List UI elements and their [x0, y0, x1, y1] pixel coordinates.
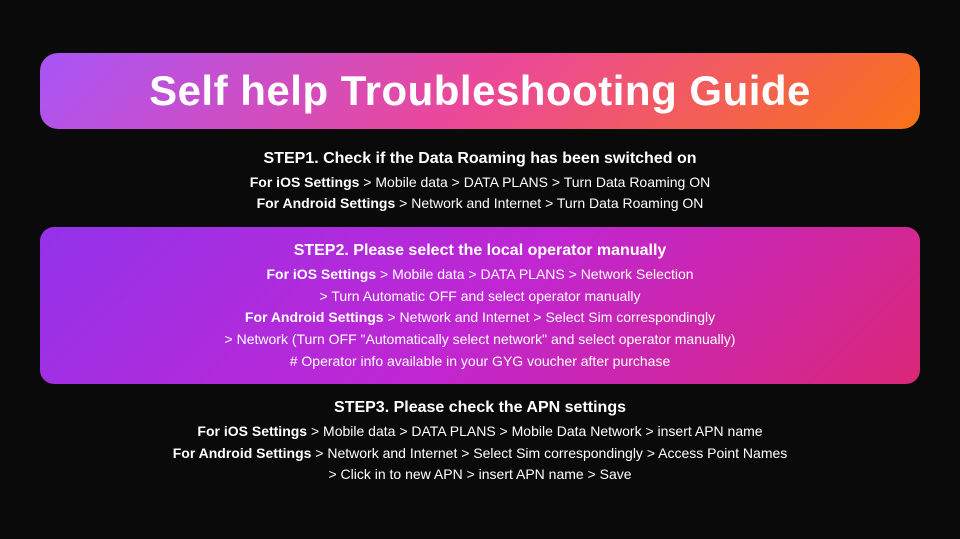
step2-line5: # Operator info available in your GYG vo…	[60, 351, 900, 373]
step1-block: STEP1. Check if the Data Roaming has bee…	[40, 147, 920, 215]
step2-block: STEP2. Please select the local operator …	[40, 227, 920, 384]
step1-ios-label: For iOS Settings	[250, 174, 360, 190]
step2-line4: > Network (Turn OFF "Automatically selec…	[60, 329, 900, 351]
step3-line3: > Click in to new APN > insert APN name …	[40, 464, 920, 486]
step1-line1: For iOS Settings > Mobile data > DATA PL…	[40, 172, 920, 194]
step3-heading: STEP3. Please check the APN settings	[40, 396, 920, 421]
step2-ios-label: For iOS Settings	[266, 266, 376, 282]
step2-line1: For iOS Settings > Mobile data > DATA PL…	[60, 264, 900, 286]
step3-block: STEP3. Please check the APN settings For…	[40, 396, 920, 486]
step2-heading: STEP2. Please select the local operator …	[60, 239, 900, 264]
step1-line2: For Android Settings > Network and Inter…	[40, 193, 920, 215]
step2-line2: > Turn Automatic OFF and select operator…	[60, 286, 900, 308]
step1-heading: STEP1. Check if the Data Roaming has bee…	[40, 147, 920, 172]
step2-line3: For Android Settings > Network and Inter…	[60, 307, 900, 329]
step3-line1: For iOS Settings > Mobile data > DATA PL…	[40, 421, 920, 443]
page-title: Self help Troubleshooting Guide	[149, 67, 811, 114]
step3-android-label: For Android Settings	[173, 445, 312, 461]
step3-line2: For Android Settings > Network and Inter…	[40, 443, 920, 465]
title-banner: Self help Troubleshooting Guide	[40, 53, 920, 129]
step1-android-label: For Android Settings	[257, 195, 396, 211]
step3-ios-label: For iOS Settings	[197, 423, 307, 439]
step2-android-label: For Android Settings	[245, 309, 384, 325]
steps-container: STEP1. Check if the Data Roaming has bee…	[40, 147, 920, 486]
